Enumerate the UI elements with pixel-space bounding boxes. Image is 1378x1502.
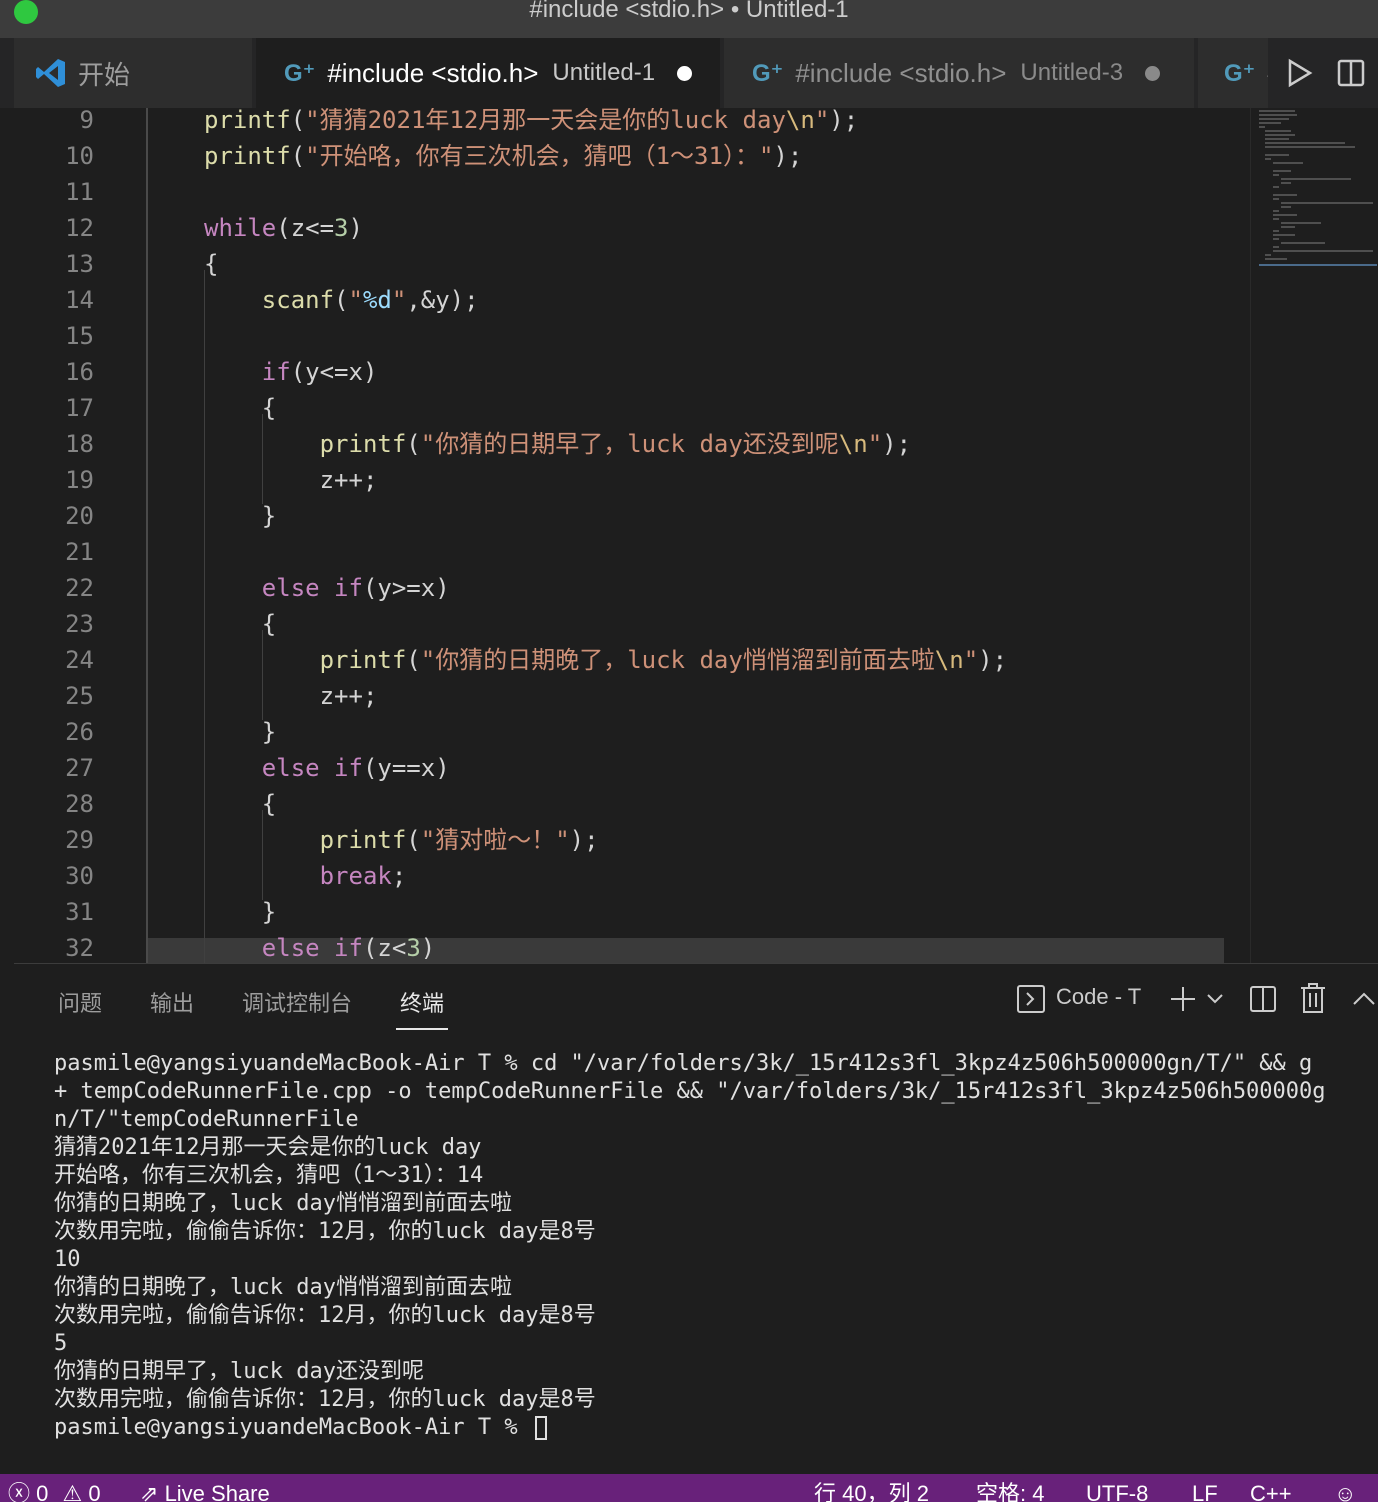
- code-line[interactable]: 24 printf("你猜的日期晚了，luck day悄悄溜到前面去啦\n");: [14, 642, 1250, 678]
- cpp-file-icon: G⁺: [752, 59, 784, 87]
- terminal-line: 你猜的日期晚了，luck day悄悄溜到前面去啦: [54, 1191, 512, 1216]
- cpp-file-icon: G⁺: [284, 59, 316, 87]
- unsaved-dot-icon[interactable]: [1145, 65, 1161, 81]
- chevron-up-icon[interactable]: [1352, 988, 1376, 1008]
- code-line[interactable]: 23 {: [14, 606, 1250, 642]
- code-line[interactable]: 16 if(y<=x): [14, 354, 1250, 390]
- code-line[interactable]: 17 {: [14, 390, 1250, 426]
- tab-label: #include <stdio.h>: [327, 57, 539, 88]
- terminal-line: pasmile@yangsiyuandeMacBook-Air T % cd "…: [54, 1051, 1313, 1076]
- split-terminal-icon[interactable]: [1248, 984, 1278, 1014]
- code-line[interactable]: 10 printf("开始咯，你有三次机会，猜吧（1～31）：");: [14, 138, 1250, 174]
- code-line[interactable]: 27 else if(y==x): [14, 750, 1250, 786]
- terminal-line: 10: [54, 1247, 81, 1272]
- new-terminal-icon[interactable]: [1168, 984, 1198, 1014]
- code-line[interactable]: 11: [14, 174, 1250, 210]
- terminal-line: n/T/"tempCodeRunnerFile: [54, 1107, 359, 1132]
- language-mode[interactable]: C++: [1250, 1480, 1292, 1502]
- terminal-line: 次数用完啦，偷偷告诉你：12月，你的luck day是8号: [54, 1387, 596, 1412]
- code-editor[interactable]: 9 printf("猜猜2021年12月那一天会是你的luck day\n"); …: [14, 108, 1250, 963]
- terminal-prompt: pasmile@yangsiyuandeMacBook-Air T %: [54, 1415, 531, 1440]
- tab-terminal[interactable]: 终端: [400, 986, 444, 1018]
- code-line[interactable]: 9 printf("猜猜2021年12月那一天会是你的luck day\n");: [14, 108, 1250, 138]
- encoding[interactable]: UTF-8: [1086, 1480, 1148, 1502]
- tab-problems[interactable]: 问题: [58, 986, 102, 1018]
- code-line[interactable]: 14 scanf("%d",&y);: [14, 282, 1250, 318]
- tab-label: #: [1267, 58, 1268, 89]
- editor-scrollbar[interactable]: [1224, 108, 1238, 963]
- code-line[interactable]: 15: [14, 318, 1250, 354]
- unsaved-dot-icon[interactable]: [677, 65, 693, 81]
- trash-icon[interactable]: [1298, 982, 1328, 1014]
- code-line[interactable]: 21: [14, 534, 1250, 570]
- status-bar: ⓧ 0 ⚠ 0 ⇗ Live Share 行 40，列 2 空格: 4 UTF-…: [0, 1474, 1378, 1502]
- code-line[interactable]: 30 break;: [14, 858, 1250, 894]
- cursor-position[interactable]: 行 40，列 2: [814, 1480, 929, 1502]
- code-line[interactable]: 26 }: [14, 714, 1250, 750]
- run-icon[interactable]: [1284, 58, 1314, 88]
- terminal-line: + tempCodeRunnerFile.cpp -o tempCodeRunn…: [54, 1079, 1326, 1104]
- live-share-label: Live Share: [164, 1481, 270, 1502]
- title-bar: #include <stdio.h> • Untitled-1: [0, 0, 1378, 38]
- tab-untitled-1[interactable]: G⁺ #include <stdio.h> Untitled-1: [256, 38, 720, 108]
- live-share-icon: ⇗: [140, 1481, 159, 1502]
- code-line[interactable]: 29 printf("猜对啦～！");: [14, 822, 1250, 858]
- tab-start[interactable]: 开始: [14, 38, 252, 108]
- tab-description: Untitled-3: [1020, 59, 1124, 86]
- terminal-output[interactable]: pasmile@yangsiyuandeMacBook-Air T % cd "…: [54, 1050, 1378, 1442]
- code-line[interactable]: 22 else if(y>=x): [14, 570, 1250, 606]
- terminal-selector[interactable]: Code - T: [1056, 984, 1141, 1010]
- live-share-button[interactable]: ⇗ Live Share: [140, 1480, 270, 1502]
- vscode-logo-icon: [36, 59, 65, 87]
- terminal-line: 你猜的日期晚了，luck day悄悄溜到前面去啦: [54, 1275, 512, 1300]
- tab-debug-console[interactable]: 调试控制台: [242, 986, 352, 1018]
- code-line[interactable]: 19 z++;: [14, 462, 1250, 498]
- terminal-line: 猜猜2021年12月那一天会是你的luck day: [54, 1135, 482, 1160]
- tab-description: Untitled-1: [552, 59, 656, 86]
- terminal-line: 次数用完啦，偷偷告诉你：12月，你的luck day是8号: [54, 1303, 596, 1328]
- cpp-file-icon: G⁺: [1224, 59, 1256, 87]
- bottom-panel: 问题 输出 调试控制台 终端 Code - T pasmile@yangsiyu…: [14, 963, 1378, 1473]
- tab-overflow[interactable]: G⁺ #: [1198, 38, 1268, 108]
- window-title: #include <stdio.h> • Untitled-1: [529, 0, 849, 23]
- line-ending[interactable]: LF: [1192, 1480, 1218, 1502]
- tab-output[interactable]: 输出: [150, 986, 194, 1018]
- error-count: 0: [36, 1481, 49, 1502]
- code-line[interactable]: 20 }: [14, 498, 1250, 534]
- terminal-cursor: [534, 1416, 547, 1440]
- code-line[interactable]: 28 {: [14, 786, 1250, 822]
- editor-tab-bar: 开始 G⁺ #include <stdio.h> Untitled-1 G⁺ #…: [0, 38, 1378, 108]
- code-line[interactable]: 32 else if(z<3): [14, 930, 1250, 963]
- minimap[interactable]: [1250, 108, 1378, 963]
- tab-label: #include <stdio.h>: [795, 57, 1007, 88]
- feedback-icon[interactable]: ☺: [1334, 1480, 1356, 1502]
- warning-icon: ⚠: [62, 1481, 83, 1502]
- code-line[interactable]: 31 }: [14, 894, 1250, 930]
- terminal-icon: [1017, 985, 1045, 1013]
- terminal-line: 5: [54, 1331, 68, 1356]
- code-line[interactable]: 12 while(z<=3): [14, 210, 1250, 246]
- tab-label: 开始: [78, 59, 131, 90]
- problems-indicator[interactable]: ⓧ 0 ⚠ 0: [8, 1480, 101, 1502]
- terminal-line: 次数用完啦，偷偷告诉你：12月，你的luck day是8号: [54, 1219, 596, 1244]
- terminal-line: 你猜的日期早了，luck day还没到呢: [54, 1359, 424, 1384]
- error-icon: ⓧ: [8, 1481, 31, 1502]
- tab-untitled-3[interactable]: G⁺ #include <stdio.h> Untitled-3: [724, 38, 1194, 108]
- indentation[interactable]: 空格: 4: [976, 1480, 1044, 1502]
- code-line[interactable]: 18 printf("你猜的日期早了，luck day还没到呢\n");: [14, 426, 1250, 462]
- warning-count: 0: [88, 1481, 101, 1502]
- terminal-prompt-line[interactable]: pasmile@yangsiyuandeMacBook-Air T %: [54, 1414, 1378, 1442]
- active-tab-indicator: [396, 1028, 448, 1030]
- split-editor-icon[interactable]: [1336, 58, 1366, 88]
- code-line[interactable]: 13{: [14, 246, 1250, 282]
- chevron-down-icon[interactable]: [1206, 990, 1224, 1008]
- code-line[interactable]: 25 z++;: [14, 678, 1250, 714]
- terminal-line: 开始咯，你有三次机会，猜吧（1～31）：14: [54, 1163, 484, 1188]
